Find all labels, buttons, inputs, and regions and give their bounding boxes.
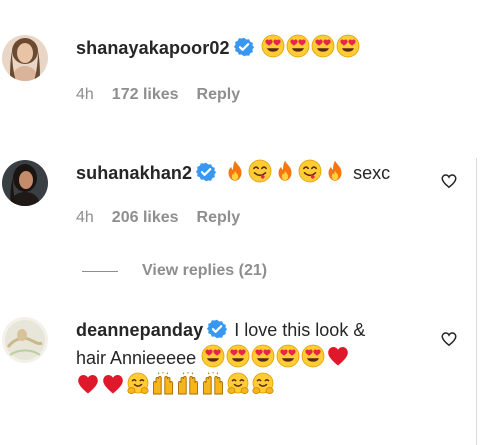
replies-divider-line <box>82 270 118 272</box>
avatar[interactable] <box>2 317 48 363</box>
comment-body: shanayakapoor02 <box>76 34 440 62</box>
like-comment-heart-icon[interactable] <box>440 172 458 190</box>
heart-eyes-emoji <box>336 34 360 58</box>
verified-badge-icon <box>234 37 254 57</box>
raising-hands-emoji <box>201 372 225 396</box>
username[interactable]: shanayakapoor02 <box>76 38 230 58</box>
fire-emoji <box>323 159 347 183</box>
verified-badge-icon <box>207 319 227 339</box>
hugging-face-emoji <box>251 372 275 396</box>
red-heart-emoji <box>101 372 125 396</box>
heart-eyes-emoji <box>286 34 310 58</box>
username[interactable]: suhanakhan2 <box>76 163 192 183</box>
comment-meta: 4h 172 likes Reply <box>76 86 240 104</box>
comment-body: deannepanday I love this look & hair Ann… <box>76 316 440 400</box>
heart-eyes-emoji <box>276 344 300 368</box>
comment-text-line-1: I love this look & <box>234 320 366 340</box>
view-replies-label: View replies (21) <box>142 262 268 279</box>
comment-body: suhanakhan2 sexc <box>76 159 440 187</box>
savoring-face-emoji <box>248 159 272 183</box>
hugging-face-emoji <box>226 372 250 396</box>
timestamp[interactable]: 4h <box>76 209 94 227</box>
like-comment-heart-icon[interactable] <box>440 330 458 348</box>
comment-text-line-2: hair Annieeeee <box>76 348 197 368</box>
comment-meta: 4h 206 likes Reply <box>76 209 240 227</box>
red-heart-emoji <box>326 344 350 368</box>
reply-button[interactable]: Reply <box>197 209 241 227</box>
fire-emoji <box>223 159 247 183</box>
right-panel-divider <box>476 158 477 445</box>
avatar[interactable] <box>2 35 48 81</box>
avatar[interactable] <box>2 160 48 206</box>
likes-count[interactable]: 172 likes <box>112 86 179 104</box>
username[interactable]: deannepanday <box>76 320 203 340</box>
savoring-face-emoji <box>298 159 322 183</box>
comment-text: sexc <box>353 163 391 183</box>
view-replies-button[interactable]: View replies (21) <box>82 262 267 280</box>
heart-eyes-emoji <box>311 34 335 58</box>
heart-eyes-emoji <box>201 344 225 368</box>
reply-button[interactable]: Reply <box>197 86 241 104</box>
heart-eyes-emoji <box>261 34 285 58</box>
heart-eyes-emoji <box>301 344 325 368</box>
verified-badge-icon <box>196 162 216 182</box>
timestamp[interactable]: 4h <box>76 86 94 104</box>
heart-eyes-emoji <box>226 344 250 368</box>
heart-eyes-emoji <box>251 344 275 368</box>
hugging-face-emoji <box>126 372 150 396</box>
likes-count[interactable]: 206 likes <box>112 209 179 227</box>
raising-hands-emoji <box>176 372 200 396</box>
red-heart-emoji <box>76 372 100 396</box>
fire-emoji <box>273 159 297 183</box>
raising-hands-emoji <box>151 372 175 396</box>
